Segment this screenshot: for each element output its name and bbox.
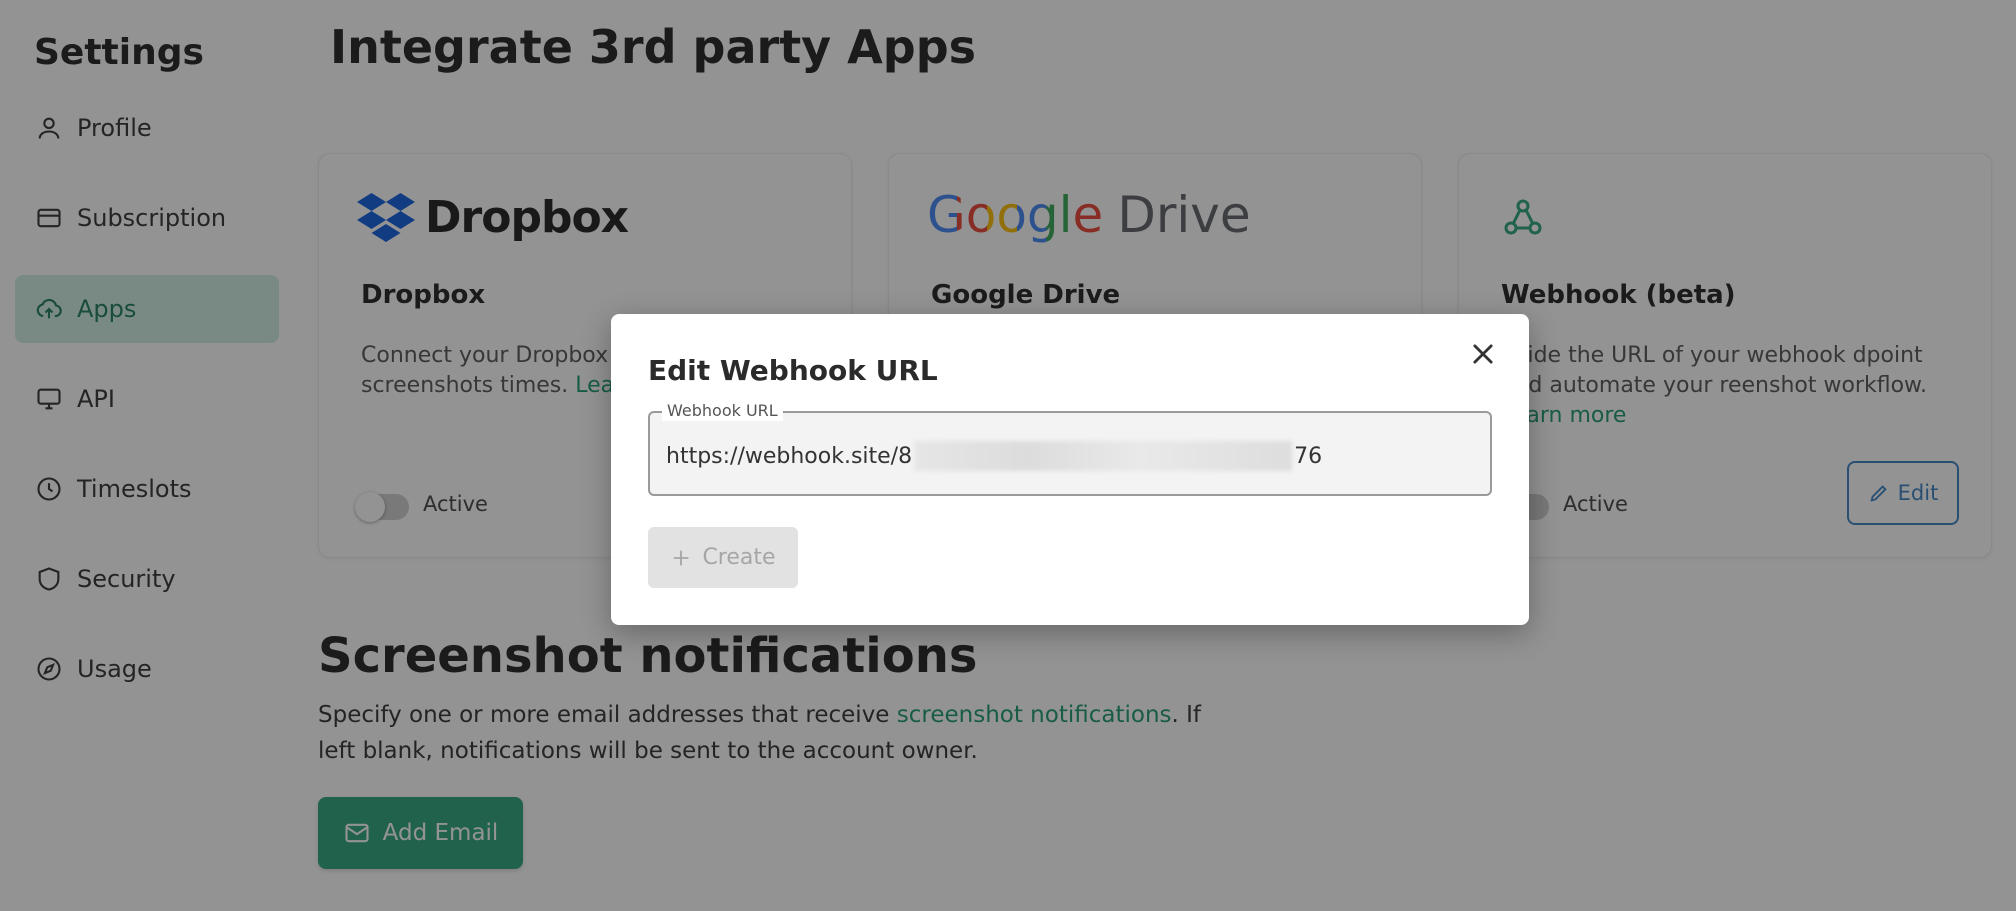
modal-title: Edit Webhook URL: [648, 354, 938, 387]
redacted-text: [914, 441, 1293, 471]
create-button[interactable]: Create: [648, 527, 798, 588]
webhook-url-label: Webhook URL: [662, 401, 783, 421]
close-button[interactable]: [1463, 334, 1503, 374]
edit-webhook-modal: Edit Webhook URL Webhook URL https://web…: [611, 314, 1529, 625]
webhook-url-value: https://webhook.site/8 76: [666, 441, 1322, 471]
webhook-url-input[interactable]: Webhook URL https://webhook.site/8 76: [648, 401, 1492, 496]
close-icon: [1473, 344, 1493, 364]
plus-icon: [674, 550, 689, 565]
